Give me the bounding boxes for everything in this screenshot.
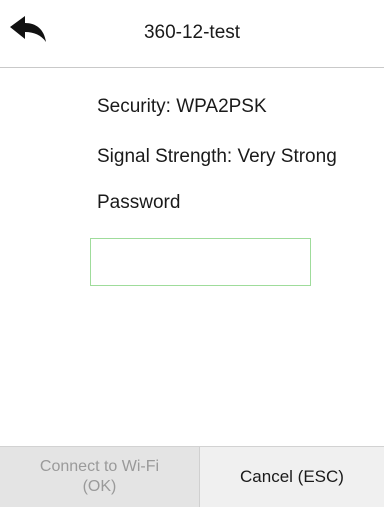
footer-buttons: Connect to Wi-Fi (OK) Cancel (ESC): [0, 446, 384, 507]
connect-wifi-button[interactable]: Connect to Wi-Fi (OK): [0, 447, 200, 507]
signal-strength-label: Signal Strength:: [97, 146, 233, 167]
signal-strength-row: Signal Strength: Very Strong: [97, 146, 367, 167]
back-button[interactable]: [6, 12, 52, 52]
security-row: Security: WPA2PSK: [97, 96, 267, 118]
header-bar: 360-12-test: [0, 0, 384, 68]
password-input[interactable]: [90, 238, 311, 286]
cancel-button[interactable]: Cancel (ESC): [200, 447, 384, 507]
password-label: Password: [97, 192, 181, 213]
connect-wifi-key-hint: (OK): [82, 478, 117, 495]
signal-strength-value: Very Strong: [237, 146, 337, 167]
connect-wifi-label: Connect to Wi-Fi: [39, 458, 160, 475]
security-value: WPA2PSK: [176, 96, 267, 117]
wifi-details-panel: Security: WPA2PSK Signal Strength: Very …: [0, 68, 384, 446]
security-label: Security:: [97, 96, 171, 117]
page-title: 360-12-test: [143, 22, 241, 43]
back-arrow-icon: [10, 16, 46, 42]
